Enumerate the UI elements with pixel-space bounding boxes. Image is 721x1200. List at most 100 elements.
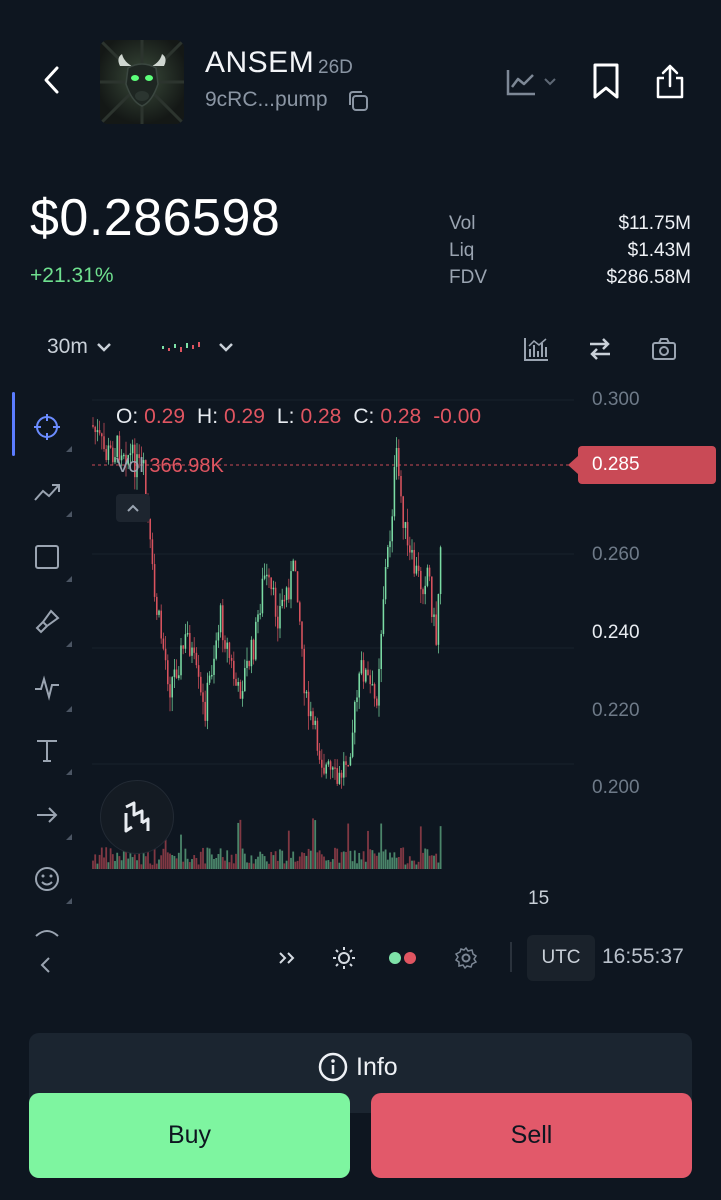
- candle-body: [164, 648, 167, 661]
- volume-bar: [118, 856, 121, 869]
- candle-body: [292, 560, 294, 572]
- volume-bar: [162, 848, 165, 869]
- candle-style-selector[interactable]: [160, 338, 234, 356]
- candle-body: [329, 761, 332, 770]
- candle-body: [105, 449, 107, 461]
- fast-forward-icon: [279, 952, 295, 964]
- buy-button[interactable]: Buy: [29, 1093, 350, 1178]
- back-button[interactable]: [30, 58, 74, 102]
- pattern-tool[interactable]: [30, 670, 72, 712]
- stat-label-fdv: FDV: [449, 267, 487, 288]
- copy-icon[interactable]: [346, 89, 370, 113]
- candle-body: [362, 660, 365, 682]
- volume-bar: [100, 847, 103, 869]
- candle-body: [274, 587, 277, 617]
- volume-bar: [393, 852, 396, 869]
- token-avatar: [100, 40, 184, 124]
- candle-body: [437, 594, 440, 645]
- candle-body: [219, 605, 222, 633]
- volume-bar: [395, 857, 398, 869]
- line-chart-icon: [506, 70, 535, 96]
- timezone-button[interactable]: UTC: [527, 935, 595, 981]
- candle-body: [305, 691, 308, 694]
- chevron-down-icon: [544, 78, 556, 86]
- candle-body: [376, 698, 378, 706]
- volume-bar: [345, 851, 347, 869]
- chart-settings-button[interactable]: [452, 944, 480, 972]
- brush-icon: [35, 609, 60, 634]
- candle-body: [402, 496, 404, 528]
- candle-body: [365, 669, 367, 682]
- info-button[interactable]: Info: [318, 1052, 398, 1082]
- candle-body: [235, 678, 237, 686]
- rectangle-tool[interactable]: [30, 540, 72, 582]
- volume-bar: [215, 857, 218, 869]
- candle-body: [380, 633, 382, 670]
- candle-body: [248, 660, 250, 667]
- volume-bar: [96, 863, 99, 869]
- rectangle-icon: [35, 545, 59, 569]
- color-scheme-toggle[interactable]: [387, 944, 419, 972]
- volume-bar: [312, 818, 314, 869]
- candle-body: [261, 578, 264, 614]
- low-value: 0.28: [300, 405, 342, 428]
- theme-toggle[interactable]: [330, 944, 358, 972]
- indicators-icon[interactable]: [522, 335, 550, 363]
- volume-bar: [364, 861, 367, 869]
- volume-bar: [125, 851, 127, 869]
- volume-bar: [237, 822, 240, 869]
- volume-bar: [184, 848, 187, 869]
- volume-bar: [127, 858, 130, 869]
- candle-body: [406, 522, 409, 546]
- collapse-toolbar-button[interactable]: [36, 953, 56, 977]
- more-tools[interactable]: [30, 922, 64, 942]
- candle-body: [160, 610, 162, 639]
- volume-bar: [290, 857, 292, 869]
- volume-bar: [285, 860, 288, 869]
- candle-body: [422, 589, 424, 595]
- candle-body: [439, 547, 442, 595]
- volume-bar: [171, 855, 174, 869]
- candle-body: [167, 660, 169, 685]
- bookmark-icon[interactable]: [590, 62, 622, 100]
- emoji-tool[interactable]: [30, 862, 72, 904]
- color-dots-icon: [389, 952, 416, 964]
- volume-bar: [439, 826, 442, 869]
- y-tick: 0.260: [592, 544, 640, 565]
- interval-selector[interactable]: 30m: [47, 335, 112, 359]
- volume-bar: [422, 852, 424, 869]
- volume-bar: [206, 847, 209, 869]
- volume-bar: [169, 853, 171, 869]
- share-icon[interactable]: [654, 62, 686, 100]
- swap-icon[interactable]: [586, 335, 614, 363]
- arrow-tool[interactable]: [30, 798, 72, 840]
- volume-bar: [307, 848, 310, 869]
- sell-button[interactable]: Sell: [371, 1093, 692, 1178]
- candle-body: [428, 567, 431, 577]
- trend-line-tool[interactable]: [30, 475, 72, 517]
- candle-body: [112, 447, 114, 463]
- camera-icon[interactable]: [650, 335, 678, 363]
- candle-body: [96, 430, 99, 433]
- volume-bar: [303, 853, 306, 869]
- chevron-down-icon: [219, 343, 233, 352]
- stat-value-vol: $11.75M: [618, 213, 691, 234]
- emoji-icon: [35, 867, 59, 891]
- candle-body: [417, 565, 420, 571]
- candle-body: [310, 711, 312, 717]
- y-tick: 0.220: [592, 700, 640, 721]
- scroll-to-realtime-button[interactable]: [273, 944, 301, 972]
- collapse-legend-button[interactable]: [116, 494, 150, 522]
- volume-bar: [362, 851, 365, 869]
- text-tool[interactable]: [30, 733, 72, 775]
- volume-bar: [331, 859, 334, 869]
- volume-bar: [413, 860, 416, 869]
- volume-bar: [272, 855, 275, 869]
- low-label: L:: [276, 405, 295, 428]
- crosshair-tool[interactable]: [30, 410, 72, 452]
- chart-type-toggle[interactable]: [505, 64, 565, 100]
- candle-body: [131, 444, 134, 454]
- candle-body: [351, 732, 354, 757]
- brush-tool[interactable]: [30, 605, 72, 647]
- candle-body: [204, 701, 206, 721]
